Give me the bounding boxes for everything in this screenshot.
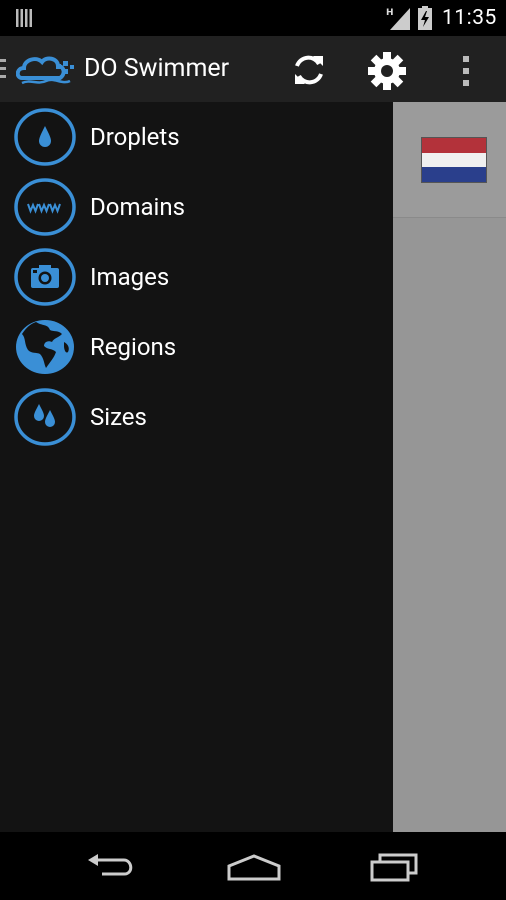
drawer-item-sizes[interactable]: Sizes [0,382,393,452]
drawer-item-label: Regions [90,333,177,361]
drawer-item-label: Domains [90,193,186,221]
app-logo-icon[interactable] [15,52,78,90]
status-time: 11:35 [442,6,497,30]
list-item[interactable] [393,102,506,218]
recents-icon[interactable] [368,852,420,886]
overflow-menu-icon[interactable] [454,50,478,92]
globe-icon [14,318,76,376]
signal-icon: H [386,6,412,34]
drawer-indicator-icon[interactable] [0,59,6,83]
status-bar: H 11:35 [0,0,506,36]
app-title: DO Swimmer [84,54,230,83]
drawer-item-images[interactable]: Images [0,242,393,312]
system-nav-bar [0,832,506,900]
camera-icon [14,248,76,306]
drawer-item-label: Droplets [90,123,180,151]
droplets-icon [14,388,76,446]
network-type-label: H [386,8,394,18]
netherlands-flag-icon [421,137,487,183]
back-icon[interactable] [86,852,138,886]
drawer-item-label: Images [90,263,170,291]
notification-icon [16,9,34,31]
refresh-icon[interactable] [289,50,329,90]
main-content [393,102,506,832]
www-icon [14,178,76,236]
drawer-item-domains[interactable]: Domains [0,172,393,242]
drawer-item-droplets[interactable]: Droplets [0,102,393,172]
home-icon[interactable] [226,852,282,886]
settings-icon[interactable] [366,50,408,92]
action-bar: DO Swimmer [0,36,506,102]
droplet-icon [14,108,76,166]
navigation-drawer: Droplets Domains Images Regions Sizes [0,102,393,832]
drawer-item-label: Sizes [90,403,147,431]
drawer-item-regions[interactable]: Regions [0,312,393,382]
battery-icon [418,6,432,34]
